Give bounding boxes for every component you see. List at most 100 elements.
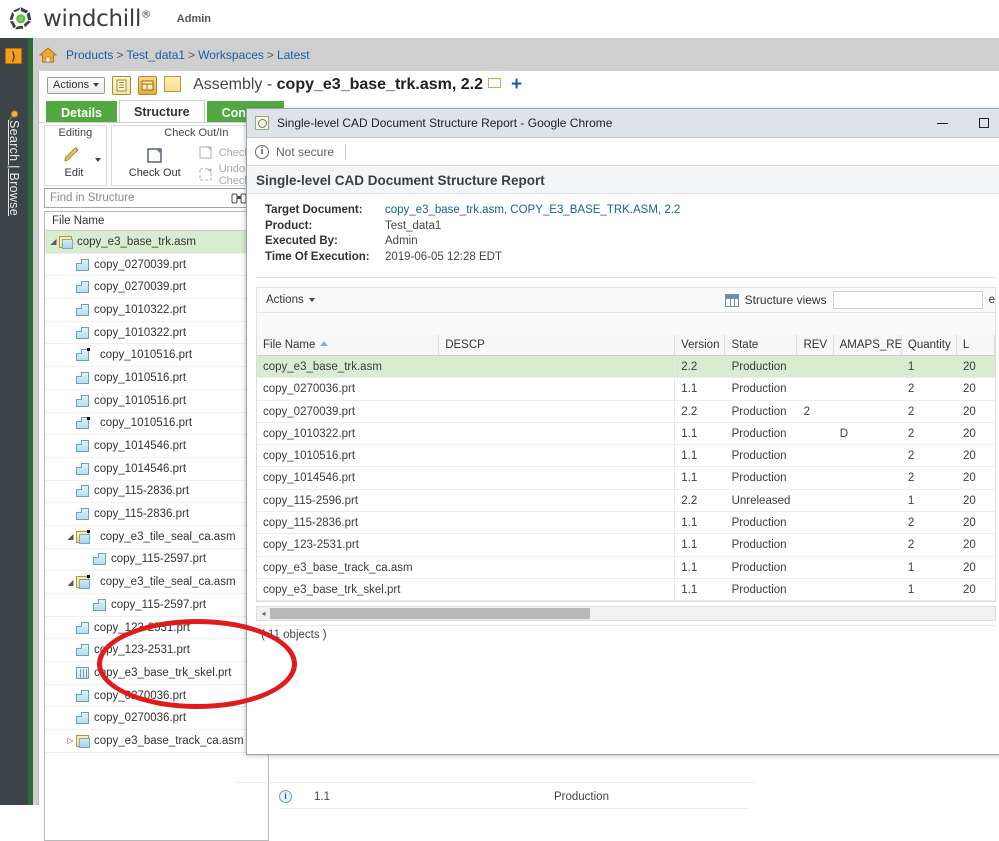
home-icon[interactable] [39, 47, 57, 63]
table-row[interactable]: copy_e3_base_track_ca.asm1.1Production12… [257, 557, 995, 579]
table-row[interactable]: copy_1010322.prt1.1ProductionD220 [257, 423, 995, 445]
tree-node[interactable]: copy_123-2531.prt [45, 617, 268, 640]
scrollbar-thumb[interactable] [270, 608, 590, 619]
cell-amaps-rev [834, 356, 902, 377]
breadcrumb-item-products[interactable]: Products [66, 48, 113, 62]
column-header-version[interactable]: Version [675, 335, 725, 355]
tree-node[interactable]: copy_0270036.prt [45, 685, 268, 708]
table-row[interactable]: copy_e3_base_trk.asm2.2Production120 [257, 356, 995, 378]
tree-node[interactable]: ◢copy_e3_tile_seal_ca.asm [45, 526, 268, 549]
current-user-label: Admin [177, 13, 211, 25]
structure-tree-panel[interactable]: File Name ◢copy_e3_base_trk.asmcopy_0270… [44, 211, 269, 841]
object-count-label: ( 11 objects ) [256, 625, 996, 641]
tree-node[interactable]: copy_123-2531.prt [45, 639, 268, 662]
actions-button[interactable]: Actions [47, 77, 105, 94]
minimize-icon[interactable] [921, 109, 963, 138]
search-input[interactable] [45, 191, 205, 205]
edit-button[interactable]: Edit [45, 142, 103, 179]
report-actions-button[interactable]: Actions [266, 294, 315, 306]
column-header-quantity[interactable]: Quantity [902, 335, 957, 355]
cell-version: 2.2 [675, 356, 725, 377]
scroll-left-arrow-icon[interactable]: ◂ [257, 609, 270, 618]
tab-structure[interactable]: Structure [119, 100, 205, 123]
part-icon [76, 281, 89, 293]
breadcrumb-item-test-data1[interactable]: Test_data1 [126, 48, 185, 62]
tree-node[interactable]: copy_0270039.prt [45, 254, 268, 277]
tree-node[interactable]: copy_1010322.prt [45, 322, 268, 345]
column-header-state[interactable]: State [725, 335, 797, 355]
meta-divider [256, 277, 996, 278]
part-icon [76, 622, 89, 634]
cell-file-name: copy_e3_base_trk.asm [257, 356, 439, 377]
tree-node[interactable]: ▷copy_e3_base_track_ca.asm [45, 730, 268, 753]
table-row[interactable]: copy_1014546.prt1.1Production220 [257, 467, 995, 489]
table-row[interactable]: copy_0270039.prt2.2Production2220 [257, 401, 995, 423]
tree-node[interactable]: copy_1014546.prt [45, 435, 268, 458]
tree-node[interactable]: ◢copy_e3_tile_seal_ca.asm [45, 571, 268, 594]
cell-descp [439, 534, 675, 555]
structure-list-icon[interactable] [112, 76, 131, 95]
table-row[interactable]: copy_e3_base_trk_skel.prt1.1Production12… [257, 579, 995, 601]
structure-views-label: Structure views [745, 293, 827, 307]
cell-file-name: copy_e3_base_trk_skel.prt [257, 579, 439, 600]
meta-row-target-document: Target Document: copy_e3_base_trk.asm, C… [265, 203, 999, 219]
tree-node[interactable]: copy_0270039.prt [45, 276, 268, 299]
report-toolbar: Actions Structure views e [256, 287, 996, 313]
tab-details[interactable]: Details [46, 101, 117, 123]
tree-column-header[interactable]: File Name [45, 212, 268, 231]
chrome-popup-window[interactable]: Single-level CAD Document Structure Repo… [246, 108, 999, 755]
tree-node[interactable]: copy_0270036.prt [45, 707, 268, 730]
tree-node[interactable]: copy_115-2597.prt [45, 594, 268, 617]
meta-value[interactable]: copy_e3_base_trk.asm, COPY_E3_BASE_TRK.A… [385, 203, 680, 219]
table-row[interactable]: copy_115-2836.prt1.1Production220 [257, 512, 995, 534]
chrome-title-bar[interactable]: Single-level CAD Document Structure Repo… [247, 109, 999, 138]
tree-node[interactable]: copy_1010322.prt [45, 299, 268, 322]
tree-node[interactable]: copy_1010516.prt [45, 367, 268, 390]
tree-node-label: copy_1010516.prt [94, 372, 186, 384]
chrome-address-bar[interactable]: i Not secure [247, 138, 999, 166]
info-circle-icon[interactable]: i [255, 145, 269, 159]
breadcrumb-item-workspaces[interactable]: Workspaces [198, 48, 264, 62]
check-out-button-label: Check Out [129, 167, 181, 179]
find-in-structure-box[interactable] [44, 188, 251, 208]
structure-views-select[interactable] [833, 291, 983, 309]
cell-file-name: copy_115-2836.prt [257, 512, 439, 533]
tree-node[interactable]: copy_1010516.prt [45, 344, 268, 367]
binoculars-icon[interactable] [231, 191, 247, 205]
expand-arrow-icon[interactable]: ◢ [48, 237, 59, 246]
brand-bar: windchill® Admin [0, 0, 999, 38]
part-icon [76, 327, 89, 339]
table-row[interactable]: copy_0270036.prt1.1Production220 [257, 378, 995, 400]
collapse-arrow-icon[interactable]: ▷ [65, 736, 76, 745]
horizontal-scrollbar[interactable]: ◂ [256, 606, 996, 621]
tree-node[interactable]: copy_115-2836.prt [45, 503, 268, 526]
expand-arrow-icon[interactable]: ◢ [65, 578, 76, 587]
tree-node[interactable]: ◢copy_e3_base_trk.asm [45, 231, 268, 254]
maximize-icon[interactable] [963, 109, 999, 138]
check-out-button[interactable]: Check Out [112, 142, 198, 187]
tree-node[interactable]: copy_115-2836.prt [45, 481, 268, 504]
table-row[interactable]: copy_1010516.prt1.1Production220 [257, 445, 995, 467]
breadcrumb-item-latest[interactable]: Latest [277, 48, 310, 62]
search-browse-label[interactable]: Search | Browse [7, 120, 21, 196]
info-icon[interactable]: i [279, 790, 292, 803]
expand-panel-icon[interactable]: ⟩ [5, 48, 22, 64]
column-header-amaps-rev[interactable]: AMAPS_REV [834, 335, 902, 355]
tree-node[interactable]: copy_1010516.prt [45, 390, 268, 413]
table-row[interactable]: copy_115-2596.prt2.2Unreleased120 [257, 490, 995, 512]
column-header-file-name[interactable]: File Name [257, 335, 439, 355]
cell-file-name: copy_115-2596.prt [257, 490, 439, 511]
column-header-rev[interactable]: REV [797, 335, 833, 355]
add-icon[interactable]: + [511, 78, 522, 92]
expand-arrow-icon[interactable]: ◢ [65, 532, 76, 541]
tree-node[interactable]: copy_1014546.prt [45, 458, 268, 481]
table-row[interactable]: copy_123-2531.prt1.1Production220 [257, 534, 995, 556]
part-icon [76, 690, 89, 702]
tree-node[interactable]: copy_115-2597.prt [45, 549, 268, 572]
structure-views-control[interactable]: Structure views e [725, 291, 995, 309]
column-header-descp[interactable]: DESCP [439, 335, 675, 355]
tree-node[interactable]: copy_e3_base_trk_skel.prt [45, 662, 268, 685]
column-header-l[interactable]: L [957, 335, 995, 355]
tree-node[interactable]: copy_1010516.prt [45, 413, 268, 436]
structure-table-icon[interactable] [138, 76, 157, 95]
